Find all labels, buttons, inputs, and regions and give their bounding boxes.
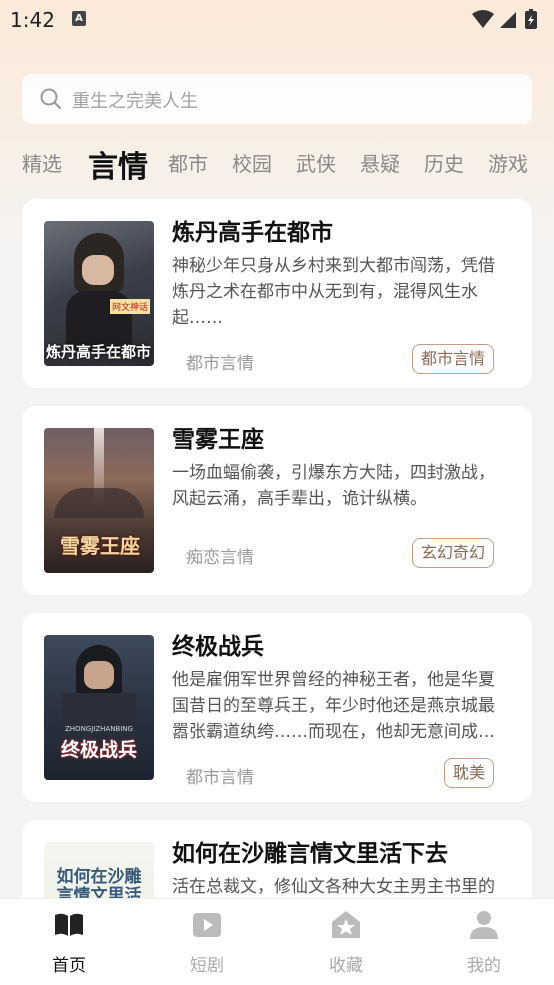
cover-title: 雪雾王座 (60, 534, 140, 558)
nav-profile-label: 我的 (467, 956, 501, 976)
book-tag: 玄幻奇幻 (411, 538, 494, 568)
book-cover: ZHONGJIZHANBING 终极战兵 (44, 635, 154, 780)
nav-home-label: 首页 (52, 956, 86, 976)
tab-xiaoyuan[interactable]: 校园 (232, 148, 272, 177)
cover-title: 炼丹高手在都市 (46, 343, 152, 361)
book-tag: 耽美 (443, 758, 494, 788)
nav-short-drama-label: 短剧 (190, 956, 224, 976)
nav-favorites[interactable]: 收藏 (306, 909, 386, 976)
status-bar: 1:42 A (0, 0, 554, 40)
book-description: 活在总裁文，修仙文各种大女主男主书里的 (172, 877, 495, 897)
star-house-icon (332, 911, 360, 938)
wifi-icon (472, 10, 494, 28)
book-category: 都市言情 (186, 768, 254, 788)
book-title: 炼丹高手在都市 (172, 220, 333, 246)
tab-youxi[interactable]: 游戏 (488, 148, 528, 177)
play-icon (193, 913, 221, 937)
bottom-navigation: 首页 短剧 收藏 我的 (0, 898, 554, 985)
book-title: 如何在沙雕言情文里活下去 (172, 841, 448, 867)
tab-dushi[interactable]: 都市 (168, 148, 208, 177)
book-card[interactable]: 雪雾王座 雪雾王座 一场血蝠偷袭，引爆东方大陆，四封激战，风起云涌，高手辈出，诡… (22, 406, 532, 595)
book-description: 他是雇佣军世界曾经的神秘王者，他是华夏国昔日的至尊兵王，年少时他还是燕京城最嚣张… (172, 670, 495, 742)
category-tabs: 精选 言情 都市 校园 武侠 悬疑 历史 游戏 (0, 138, 554, 186)
signal-icon (500, 12, 516, 28)
book-cover: 雪雾王座 (44, 428, 154, 573)
book-cover: 网文神话 炼丹高手在都市 (44, 221, 154, 366)
nav-home[interactable]: 首页 (29, 909, 109, 976)
battery-icon (525, 9, 537, 29)
search-icon (40, 88, 61, 109)
status-icons (472, 9, 537, 29)
nav-short-drama[interactable]: 短剧 (167, 909, 247, 976)
book-category: 都市言情 (186, 354, 254, 374)
person-icon (470, 911, 498, 939)
search-placeholder: 重生之完美人生 (72, 91, 198, 112)
book-tag: 都市言情 (411, 344, 494, 374)
nav-favorites-label: 收藏 (329, 956, 363, 976)
cover-subtitle: ZHONGJIZHANBING (65, 725, 133, 733)
book-category: 痴恋言情 (186, 548, 254, 568)
cover-title: 终极战兵 (60, 739, 137, 761)
tab-lishi[interactable]: 历史 (424, 148, 464, 177)
cover-badge: 网文神话 (109, 299, 150, 314)
search-bar[interactable]: 重生之完美人生 (22, 74, 532, 124)
status-time: 1:42 (10, 8, 55, 32)
book-description: 一场血蝠偷袭，引爆东方大陆，四封激战，风起云涌，高手辈出，诡计纵横。 (172, 463, 495, 509)
tab-wuxia[interactable]: 武侠 (296, 148, 336, 177)
book-card[interactable]: ZHONGJIZHANBING 终极战兵 终极战兵 他是雇佣军世界曾经的神秘王者… (22, 613, 532, 802)
tab-jingxuan[interactable]: 精选 (22, 148, 62, 177)
book-icon (55, 913, 83, 936)
notification-a-icon: A (72, 11, 86, 26)
book-description: 神秘少年只身从乡村来到大都市闯荡，凭借炼丹之术在都市中从无到有，混得风生水起…… (172, 256, 495, 328)
book-card[interactable]: 网文神话 炼丹高手在都市 炼丹高手在都市 神秘少年只身从乡村来到大都市闯荡，凭借… (22, 199, 532, 388)
tab-yanqing[interactable]: 言情 (88, 142, 148, 186)
tab-xuanyi[interactable]: 悬疑 (360, 148, 400, 177)
book-title: 终极战兵 (172, 634, 264, 660)
book-title: 雪雾王座 (172, 427, 264, 453)
nav-profile[interactable]: 我的 (444, 909, 524, 976)
